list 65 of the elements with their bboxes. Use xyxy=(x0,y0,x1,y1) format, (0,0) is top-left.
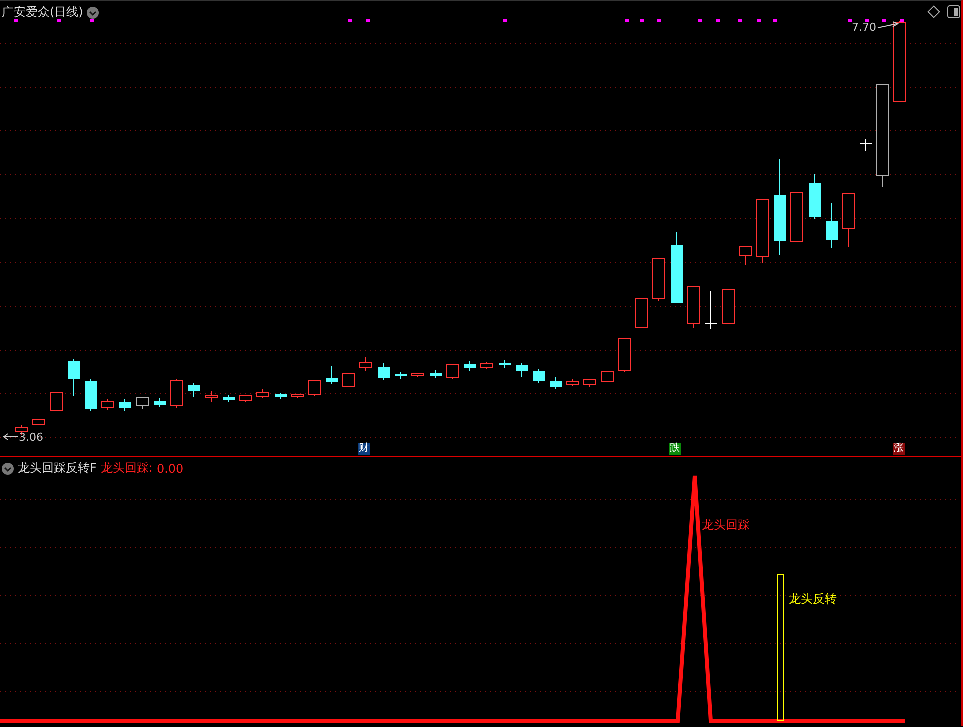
candlestick xyxy=(102,398,114,410)
candlestick xyxy=(704,290,718,330)
candlestick xyxy=(602,372,614,382)
dropdown-icon[interactable] xyxy=(2,462,14,474)
dropdown-icon[interactable] xyxy=(87,6,100,18)
candlestick xyxy=(326,366,338,384)
candlestick xyxy=(809,174,821,220)
candlestick xyxy=(688,286,700,328)
candlestick xyxy=(223,394,235,402)
chart-annotation: 龙头回踩 xyxy=(702,517,750,534)
event-marker[interactable]: 涨 xyxy=(893,443,905,455)
candlestick xyxy=(790,192,804,242)
candlestick xyxy=(584,380,596,388)
candlestick xyxy=(275,392,287,400)
candlestick xyxy=(136,398,150,410)
candlestick xyxy=(188,382,200,398)
candlestick xyxy=(722,290,736,324)
panel-toggle-icon[interactable] xyxy=(948,6,960,18)
candlestick xyxy=(671,232,683,304)
candlestick xyxy=(430,370,442,378)
diamond-icon[interactable] xyxy=(928,6,940,18)
candlestick xyxy=(618,338,632,372)
low-price-pointer-icon xyxy=(2,434,18,440)
candlestick xyxy=(464,360,476,372)
candlestick xyxy=(68,358,80,396)
candlestick xyxy=(256,388,270,398)
event-marker[interactable]: 跌 xyxy=(669,443,681,455)
event-marker[interactable]: 财 xyxy=(358,443,370,455)
candlestick xyxy=(826,202,838,248)
high-price-pointer-icon xyxy=(878,22,900,28)
candlestick xyxy=(206,390,218,402)
indicator-value-label: 龙头回踩: xyxy=(100,460,153,477)
candlestick xyxy=(378,362,390,380)
candlestick xyxy=(516,362,528,378)
stock-title: 广安爱众(日线) xyxy=(2,4,84,21)
candlestick xyxy=(740,246,752,266)
candlestick xyxy=(533,368,545,384)
candlestick xyxy=(292,394,304,398)
indicator-value: 0.00 xyxy=(156,462,184,476)
chart-annotation: 龙头反转 xyxy=(789,591,837,608)
candlestick xyxy=(480,362,494,370)
candlestick xyxy=(842,194,856,248)
candlestick xyxy=(499,360,511,368)
candlestick xyxy=(652,258,666,302)
candlestick xyxy=(756,200,770,264)
candlestick xyxy=(636,298,648,328)
candlestick xyxy=(395,372,407,380)
candlestick xyxy=(240,394,252,402)
low-price-label: 3.06 xyxy=(19,431,44,444)
candlestick xyxy=(566,378,580,386)
candlestick xyxy=(342,374,356,388)
candlestick xyxy=(860,138,872,152)
candlestick xyxy=(85,378,97,412)
candlestick xyxy=(50,392,64,412)
candlestick xyxy=(32,420,46,426)
high-price-label: 7.70 xyxy=(852,21,876,34)
candlestick xyxy=(154,398,166,408)
candlestick xyxy=(308,380,322,396)
candlestick xyxy=(412,372,424,378)
candlestick xyxy=(550,376,562,390)
candlestick xyxy=(446,364,460,380)
candlestick xyxy=(360,356,372,372)
candlestick xyxy=(170,378,184,408)
indicator-name: 龙头回踩反转F xyxy=(18,460,97,477)
candlestick xyxy=(119,398,131,412)
